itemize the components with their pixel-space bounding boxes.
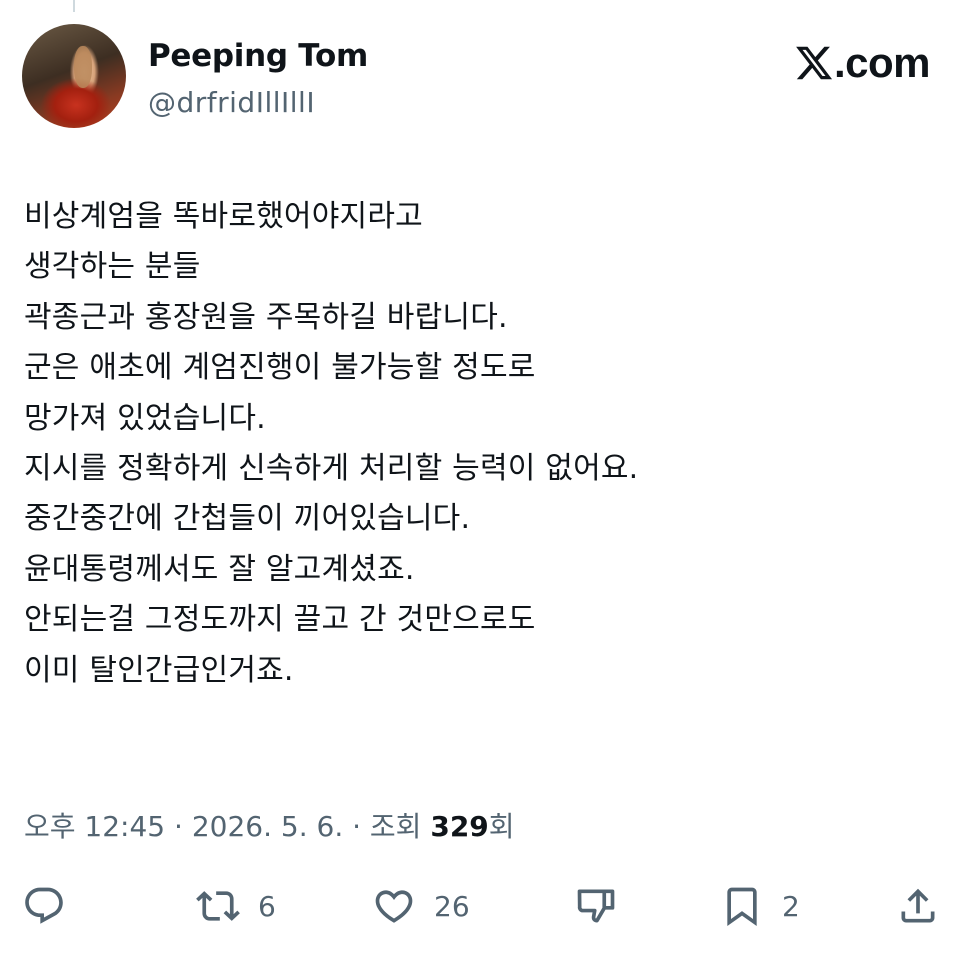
repost-button[interactable]: 6 bbox=[196, 880, 276, 932]
tweet-metadata: 오후 12:45 · 2026. 5. 6. · 조회 329회 bbox=[24, 805, 515, 845]
reply-button[interactable] bbox=[22, 880, 66, 932]
tweet-time[interactable]: 오후 12:45 bbox=[24, 810, 165, 843]
repost-icon bbox=[196, 891, 240, 921]
like-count: 26 bbox=[434, 889, 470, 923]
meta-separator: · bbox=[165, 810, 192, 843]
thumbs-down-icon bbox=[577, 889, 615, 923]
tweet-line: 중간중간에 간첩들이 끼어있습니다. bbox=[24, 501, 471, 537]
user-display-name[interactable]: Peeping Tom bbox=[148, 38, 368, 74]
like-button[interactable]: 26 bbox=[372, 880, 470, 932]
bookmark-icon bbox=[727, 887, 757, 927]
bookmark-button[interactable]: 2 bbox=[720, 880, 800, 932]
repost-count: 6 bbox=[258, 889, 276, 923]
site-logo-text: .com bbox=[834, 39, 931, 86]
heart-icon bbox=[375, 890, 413, 923]
site-logo: .com bbox=[794, 39, 931, 86]
tweet-text: 비상계엄을 똑바로했어야지라고 생각하는 분들 곽종근과 홍장원을 주목하길 바… bbox=[24, 192, 944, 696]
tweet-line: 비상계엄을 똑바로했어야지라고 bbox=[24, 199, 423, 234]
share-icon bbox=[901, 888, 935, 923]
share-button[interactable] bbox=[896, 880, 940, 932]
action-bar: 6 26 2 bbox=[0, 880, 972, 936]
user-handle[interactable]: @drfridIllIllI bbox=[148, 86, 315, 119]
tweet-line: 윤대통령께서도 잘 알고계셨죠. bbox=[24, 551, 415, 587]
avatar-detail bbox=[74, 46, 92, 88]
tweet-line: 안되는걸 그정도까지 끌고 간 것만으로도 bbox=[24, 602, 536, 638]
views-count[interactable]: 329 bbox=[430, 810, 488, 843]
avatar[interactable] bbox=[22, 24, 126, 128]
views-label: 조회 bbox=[369, 810, 431, 843]
dislike-button[interactable] bbox=[574, 880, 618, 932]
meta-separator: · bbox=[343, 810, 370, 843]
tweet-line: 이미 탈인간급인거죠. bbox=[24, 652, 294, 688]
tweet-line: 망가져 있었습니다. bbox=[24, 400, 266, 436]
bookmark-count: 2 bbox=[782, 889, 800, 923]
tweet-line: 지시를 정확하게 신속하게 처리할 능력이 없어요. bbox=[24, 451, 639, 487]
x-logo-icon bbox=[796, 46, 833, 80]
tweet-line: 곽종근과 홍장원을 주목하길 바랍니다. bbox=[24, 299, 508, 335]
thread-connector-line bbox=[73, 0, 75, 12]
views-suffix: 회 bbox=[488, 810, 515, 843]
reply-icon bbox=[25, 887, 63, 924]
tweet-line: 생각하는 분들 bbox=[24, 249, 201, 285]
tweet-line: 군은 애초에 계엄진행이 불가능할 정도로 bbox=[24, 350, 536, 386]
tweet-date[interactable]: 2026. 5. 6. bbox=[192, 810, 343, 843]
